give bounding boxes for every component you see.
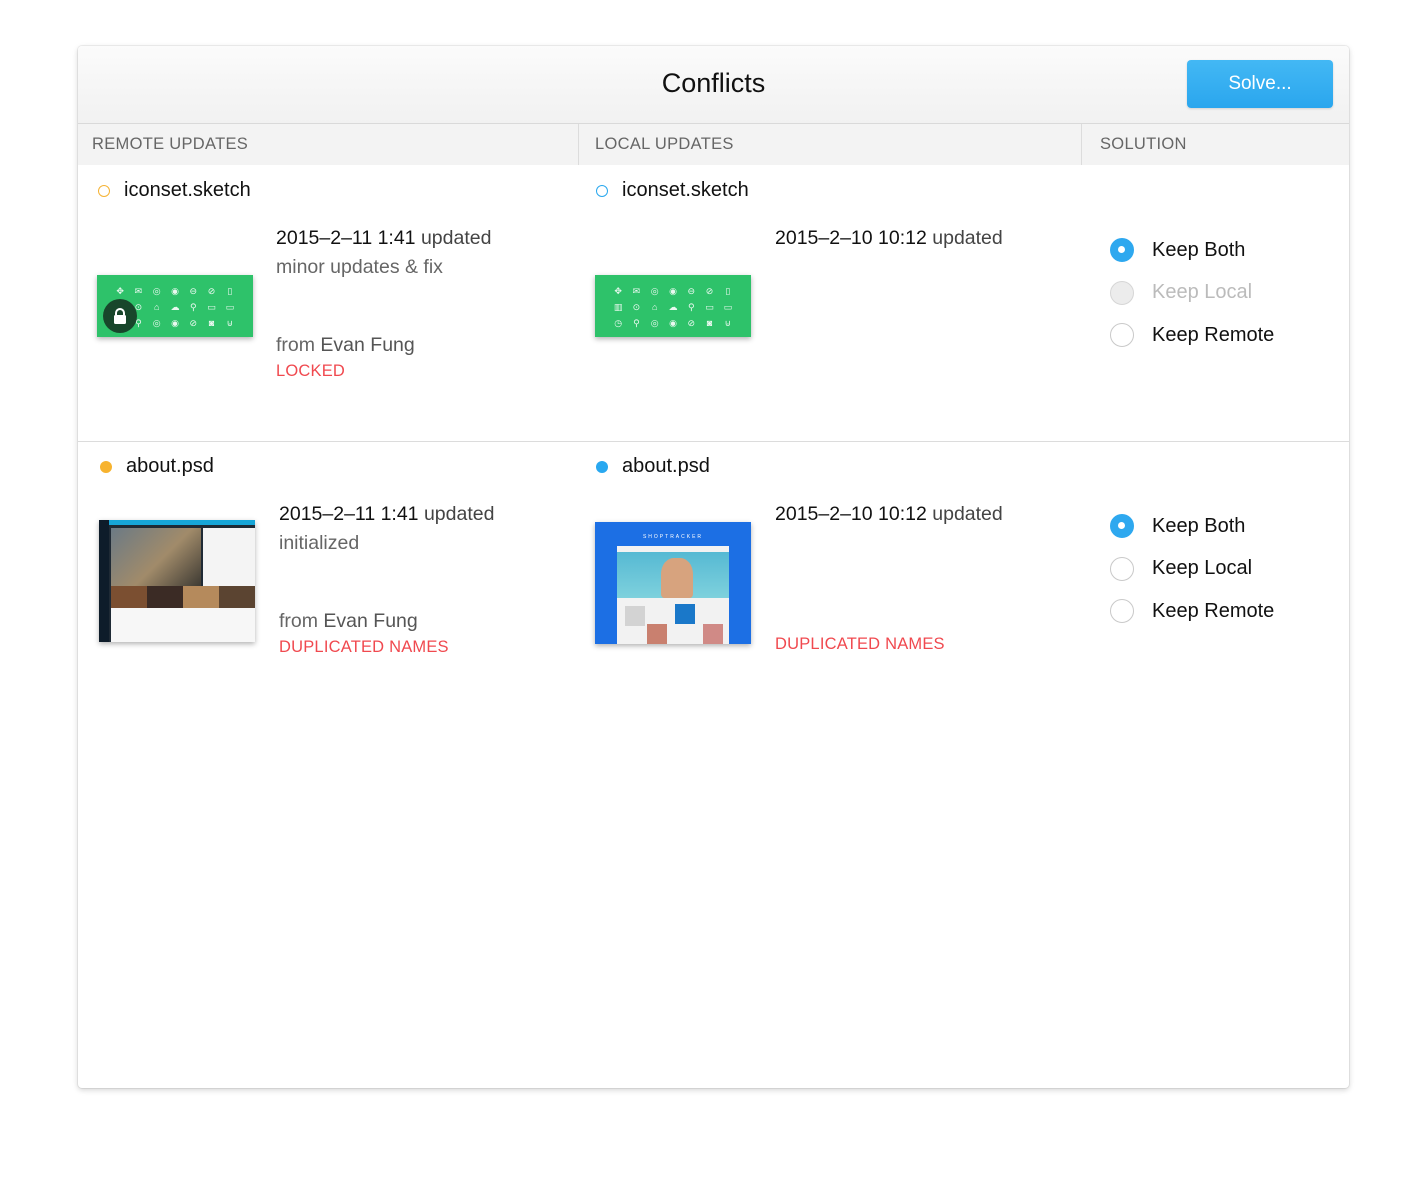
remote-commit-note: minor updates & fix xyxy=(276,256,443,278)
local-indicator-icon xyxy=(596,184,608,197)
radio-unchecked-icon xyxy=(1110,556,1134,581)
remote-file-name-label: about.psd xyxy=(126,455,214,477)
radio-unchecked-icon xyxy=(1110,599,1134,624)
local-thumbnail[interactable]: SHOPTRACKER xyxy=(595,522,751,644)
option-label: Keep Remote xyxy=(1152,599,1275,622)
remote-file-name-label: iconset.sketch xyxy=(124,179,251,201)
remote-updated-label: updated xyxy=(423,503,495,525)
remote-indicator-icon xyxy=(98,184,110,197)
local-file-name[interactable]: iconset.sketch xyxy=(596,179,749,202)
remote-timestamp: 2015–2–11 1:41 updated xyxy=(279,503,494,526)
option-keep-local: Keep Local xyxy=(1110,272,1274,315)
local-date: 2015–2–10 10:12 xyxy=(775,227,927,249)
status-badge: LOCKED xyxy=(276,362,346,380)
remote-author: from Evan Fung xyxy=(279,610,418,633)
from-label: from xyxy=(279,610,318,632)
option-keep-local[interactable]: Keep Local xyxy=(1110,548,1274,591)
option-keep-both[interactable]: Keep Both xyxy=(1110,229,1274,272)
radio-disabled-icon xyxy=(1110,280,1134,305)
remote-timestamp: 2015–2–11 1:41 updated xyxy=(276,227,491,250)
local-file-name[interactable]: about.psd xyxy=(596,455,710,478)
local-file-name-label: about.psd xyxy=(622,455,710,477)
model-photo xyxy=(661,558,693,598)
column-local-updates: LOCAL UPDATES xyxy=(595,135,734,153)
remote-author: from Evan Fung xyxy=(276,334,415,357)
solve-button[interactable]: Solve... xyxy=(1187,60,1333,108)
remote-thumbnail[interactable] xyxy=(99,520,255,642)
remote-thumbnail[interactable]: ✥✉◎◉⊖⊘▯ ▥⊙⌂☁⚲▭▭ ◷⚲◎◉⊘◙⊍ xyxy=(97,275,253,337)
option-keep-both[interactable]: Keep Both xyxy=(1110,505,1274,548)
remote-date: 2015–2–11 1:41 xyxy=(276,227,416,249)
local-updated-label: updated xyxy=(932,227,1003,249)
radio-unchecked-icon xyxy=(1110,323,1134,348)
local-timestamp: 2015–2–10 10:12 updated xyxy=(775,503,1003,526)
status-badge: DUPLICATED NAMES xyxy=(775,635,945,653)
author-name: Evan Fung xyxy=(323,610,418,632)
column-remote-updates: REMOTE UPDATES xyxy=(92,135,249,153)
status-badge: DUPLICATED NAMES xyxy=(279,638,449,656)
solution-options: Keep Both Keep Local Keep Remote xyxy=(1110,505,1274,633)
local-thumbnail[interactable]: ✥ ✉ ◎ ◉ ⊖ ⊘ ▯ ▥ ⊙ ⌂ ☁ ⚲ ▭ ▭ ◷ ⚲ ◎ ◉ ⊘ ◙ ⊍ xyxy=(595,275,751,337)
conflict-row: about.psd 2015–2–11 1:41 updated initial… xyxy=(78,442,1349,742)
option-keep-remote[interactable]: Keep Remote xyxy=(1110,314,1274,357)
conflict-row: iconset.sketch ✥✉◎◉⊖⊘▯ ▥⊙⌂☁⚲▭▭ ◷⚲◎◉⊘◙⊍ 2… xyxy=(78,165,1349,441)
radio-checked-icon xyxy=(1110,514,1134,539)
title-bar: Conflicts Solve... xyxy=(78,46,1349,124)
option-label: Keep Both xyxy=(1152,238,1246,261)
window-title: Conflicts xyxy=(661,68,766,98)
remote-file-name[interactable]: iconset.sketch xyxy=(98,179,251,202)
column-separator xyxy=(578,124,579,165)
remote-date: 2015–2–11 1:41 xyxy=(279,503,419,525)
local-timestamp: 2015–2–10 10:12 updated xyxy=(775,227,1003,250)
radio-checked-icon xyxy=(1110,238,1134,263)
remote-commit-note: initialized xyxy=(279,532,360,554)
column-separator xyxy=(1081,124,1082,165)
shoptracker-brand: SHOPTRACKER xyxy=(642,534,704,540)
column-header: REMOTE UPDATES LOCAL UPDATES SOLUTION xyxy=(78,124,1349,165)
option-label: Keep Local xyxy=(1152,557,1253,580)
option-keep-remote[interactable]: Keep Remote xyxy=(1110,590,1274,633)
option-label: Keep Remote xyxy=(1152,323,1275,346)
painting-image xyxy=(111,528,201,586)
conflicts-window: Conflicts Solve... REMOTE UPDATES LOCAL … xyxy=(78,46,1349,1088)
local-updated-label: updated xyxy=(932,503,1003,525)
local-file-name-label: iconset.sketch xyxy=(622,179,749,201)
solution-options: Keep Both Keep Local Keep Remote xyxy=(1110,229,1274,357)
remote-indicator-icon xyxy=(100,460,112,473)
option-label: Keep Local xyxy=(1152,281,1253,304)
remote-updated-label: updated xyxy=(420,227,492,249)
lock-icon xyxy=(103,299,137,333)
local-date: 2015–2–10 10:12 xyxy=(775,503,927,525)
local-indicator-icon xyxy=(596,460,608,473)
icon-grid-preview: ✥✉◎◉⊖⊘▯ ▥⊙⌂☁⚲▭▭ ◷⚲◎◉⊘◙⊍ xyxy=(613,286,733,328)
remote-file-name[interactable]: about.psd xyxy=(100,455,214,478)
author-name: Evan Fung xyxy=(320,334,415,356)
option-label: Keep Both xyxy=(1152,514,1246,537)
column-solution: SOLUTION xyxy=(1100,135,1187,153)
from-label: from xyxy=(276,334,315,356)
